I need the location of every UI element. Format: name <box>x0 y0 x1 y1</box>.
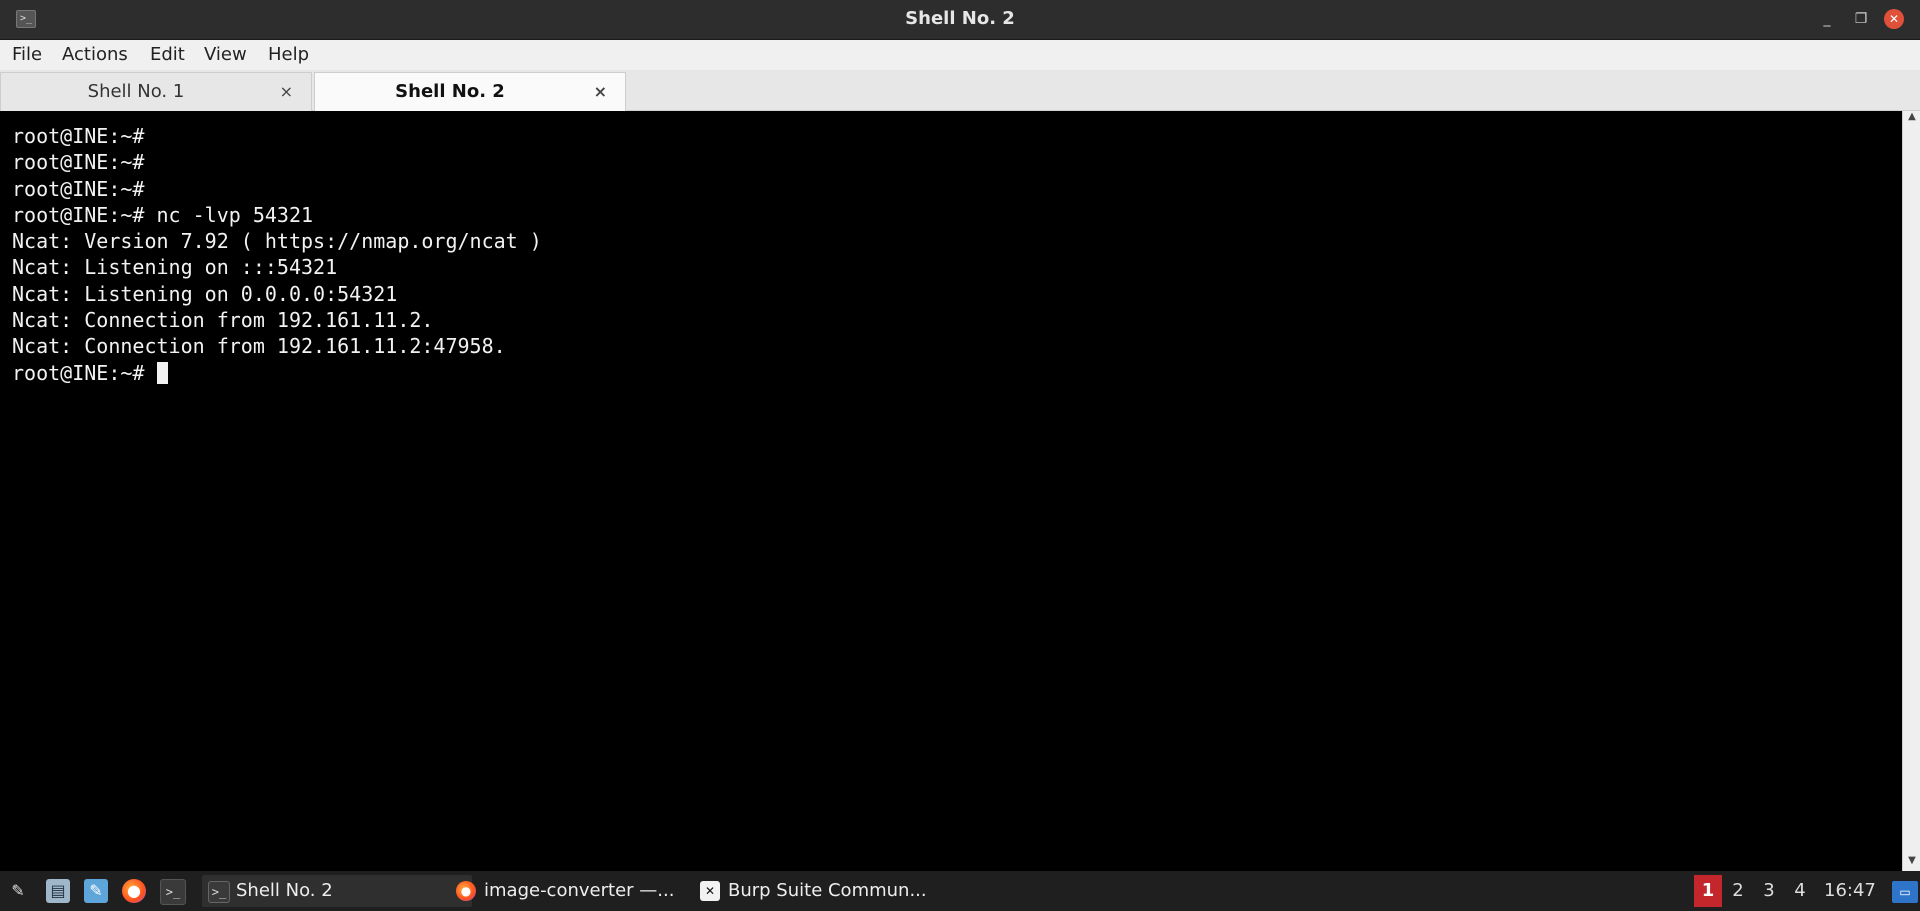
task-label: Shell No. 2 <box>236 880 333 901</box>
terminal-line: root@INE:~# nc -lvp 54321 <box>12 202 314 227</box>
terminal-icon: >_ <box>208 881 230 903</box>
menu-actions[interactable]: Actions <box>60 40 130 70</box>
terminal-output: root@INE:~# root@INE:~# root@INE:~# root… <box>12 123 542 386</box>
terminal-line: Ncat: Listening on :::54321 <box>12 255 338 280</box>
workspace-3[interactable]: 3 <box>1755 875 1783 907</box>
menu-edit[interactable]: Edit <box>148 40 187 70</box>
taskbar-task-shell[interactable]: >_ Shell No. 2 <box>202 875 472 907</box>
window-title: Shell No. 2 <box>905 8 1015 29</box>
terminal-line: Ncat: Connection from 192.161.11.2:47958… <box>12 334 506 359</box>
terminal-line: root@INE:~# <box>12 176 145 201</box>
burp-suite-icon: ✕ <box>700 881 720 901</box>
tab-bar: Shell No. 1 × Shell No. 2 × <box>0 70 1920 111</box>
window-titlebar[interactable]: >_ Shell No. 2 _ ❐ ✕ <box>0 0 1920 40</box>
close-window-button[interactable]: ✕ <box>1884 9 1904 29</box>
tab-label: Shell No. 1 <box>87 81 185 102</box>
terminal-line: root@INE:~# <box>12 150 145 175</box>
terminal-area[interactable]: root@INE:~# root@INE:~# root@INE:~# root… <box>0 111 1900 871</box>
taskbar-task-burp[interactable]: ✕ Burp Suite Commun... <box>694 875 968 907</box>
workspace-4[interactable]: 4 <box>1786 875 1814 907</box>
workspace-1[interactable]: 1 <box>1694 875 1722 907</box>
minimize-button[interactable]: _ <box>1816 8 1838 30</box>
menu-help[interactable]: Help <box>266 40 311 70</box>
task-label: image-converter —... <box>484 880 675 901</box>
tab-label: Shell No. 2 <box>395 81 505 102</box>
taskbar: ✎ ▤ ✎ ● >_ >_ Shell No. 2 ● image-conver… <box>0 871 1920 911</box>
menu-view[interactable]: View <box>202 40 249 70</box>
terminal-line: Ncat: Connection from 192.161.11.2. <box>12 308 434 333</box>
files-icon[interactable]: ▤ <box>46 879 70 903</box>
firefox-icon[interactable]: ● <box>122 879 146 903</box>
scroll-down-arrow-icon[interactable]: ▼ <box>1903 855 1920 871</box>
terminal-icon[interactable]: >_ <box>160 879 186 905</box>
terminal-line: Ncat: Listening on 0.0.0.0:54321 <box>12 281 398 306</box>
terminal-line: Ncat: Version 7.92 ( https://nmap.org/nc… <box>12 229 542 254</box>
desktop: >_ Shell No. 2 _ ❐ ✕ File Actions Edit V… <box>0 0 1920 911</box>
close-tab-icon[interactable]: × <box>280 73 293 111</box>
menu-bar: File Actions Edit View Help <box>0 40 1920 71</box>
task-label: Burp Suite Commun... <box>728 880 927 901</box>
clock[interactable]: 16:47 <box>1824 871 1876 911</box>
firefox-icon: ● <box>456 881 476 901</box>
app-menu-icon[interactable]: ✎ <box>6 879 30 903</box>
prompt-text: root@INE:~# <box>12 360 157 385</box>
close-tab-icon[interactable]: × <box>594 73 607 111</box>
tab-shell-1[interactable]: Shell No. 1 × <box>0 72 312 111</box>
text-cursor <box>156 361 168 384</box>
text-editor-icon[interactable]: ✎ <box>84 879 108 903</box>
scroll-up-arrow-icon[interactable]: ▲ <box>1903 111 1920 127</box>
vertical-scrollbar[interactable]: ▲ ▼ <box>1902 111 1920 871</box>
maximize-button[interactable]: ❐ <box>1850 8 1872 30</box>
terminal-prompt-line: root@INE:~# <box>12 360 542 386</box>
menu-file[interactable]: File <box>10 40 44 70</box>
terminal-line: root@INE:~# <box>12 124 145 148</box>
tab-shell-2[interactable]: Shell No. 2 × <box>314 72 626 111</box>
show-desktop-icon[interactable]: ▭ <box>1892 881 1918 903</box>
taskbar-task-firefox[interactable]: ● image-converter —... <box>450 875 720 907</box>
workspace-2[interactable]: 2 <box>1724 875 1752 907</box>
